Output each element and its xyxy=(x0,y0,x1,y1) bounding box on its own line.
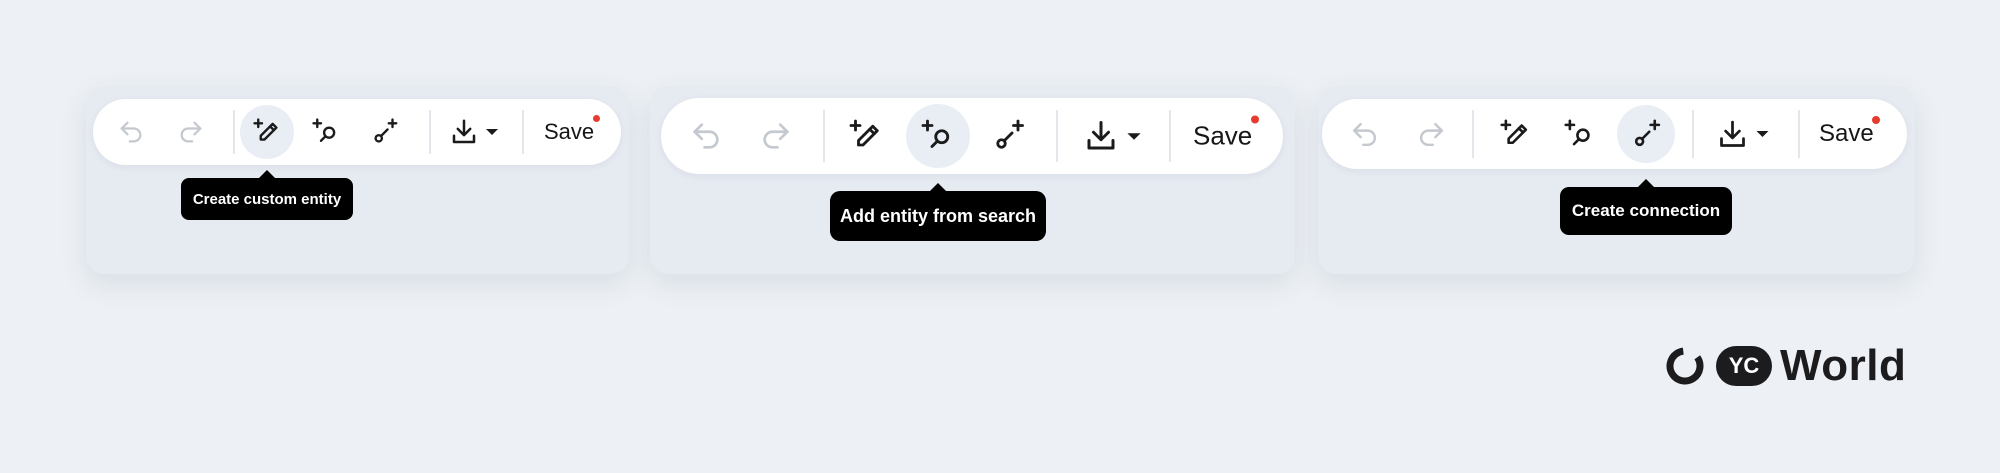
tooltip-arrow xyxy=(1638,179,1654,187)
editor-toolbar: Save xyxy=(1322,99,1907,169)
editor-toolbar: Save xyxy=(661,98,1283,174)
download-menu-button[interactable] xyxy=(444,110,504,154)
yc-world-logo: YC World xyxy=(1664,344,1906,388)
toolbar-divider xyxy=(1692,110,1694,158)
toolbar-divider xyxy=(1472,110,1474,158)
search-plus-icon xyxy=(1563,118,1590,145)
toolbar-divider xyxy=(1056,110,1058,162)
save-label: Save xyxy=(544,119,595,144)
tooltip: Create connection xyxy=(1560,179,1732,235)
redo-button[interactable] xyxy=(171,112,211,152)
tooltip: Add entity from search xyxy=(830,183,1046,241)
tooltip-text: Create connection xyxy=(1571,201,1721,220)
pencil-plus-icon xyxy=(1499,118,1527,144)
caret-down-icon xyxy=(1126,132,1141,140)
toolbar-demo-panel-1: Save Create custom entity xyxy=(86,86,629,274)
redo-button[interactable] xyxy=(1410,113,1452,155)
create-connection-button[interactable] xyxy=(983,110,1035,162)
toolbar-divider xyxy=(522,110,524,154)
search-plus-icon xyxy=(921,119,950,148)
undo-button[interactable] xyxy=(111,112,151,152)
pencil-plus-icon xyxy=(253,118,278,141)
save-button[interactable]: Save xyxy=(1193,115,1260,152)
download-menu-button[interactable] xyxy=(1076,110,1148,162)
save-button[interactable]: Save xyxy=(544,115,601,145)
broken-ring-icon xyxy=(1666,347,1704,385)
create-custom-entity-button[interactable] xyxy=(840,110,892,162)
search-plus-icon xyxy=(312,118,336,142)
add-entity-from-search-button[interactable] xyxy=(906,104,970,168)
toolbar-divider xyxy=(429,110,431,154)
connection-plus-icon xyxy=(1634,118,1660,146)
create-connection-button[interactable] xyxy=(1617,105,1675,163)
download-menu-button[interactable] xyxy=(1710,110,1776,158)
download-icon xyxy=(1087,121,1114,150)
unsaved-indicator-dot xyxy=(593,115,601,122)
yc-badge: YC xyxy=(1716,346,1772,386)
caret-down-icon xyxy=(1756,131,1769,137)
toolbar-divider xyxy=(1169,110,1171,162)
tooltip-text: Create custom entity xyxy=(192,190,342,208)
save-label: Save xyxy=(1819,120,1874,147)
redo-icon xyxy=(763,123,789,149)
undo-icon xyxy=(120,121,142,143)
redo-icon xyxy=(180,121,202,143)
pencil-plus-icon xyxy=(849,119,879,147)
redo-button[interactable] xyxy=(753,113,799,159)
undo-button[interactable] xyxy=(1343,113,1385,155)
tooltip-arrow xyxy=(930,183,946,191)
connection-plus-icon xyxy=(996,119,1024,149)
save-label: Save xyxy=(1193,120,1253,151)
editor-toolbar: Save xyxy=(93,99,621,165)
caret-down-icon xyxy=(486,129,498,135)
unsaved-indicator-dot xyxy=(1251,115,1260,124)
create-custom-entity-button[interactable] xyxy=(1491,110,1539,158)
connection-plus-icon xyxy=(374,118,398,143)
redo-icon xyxy=(1419,122,1443,146)
add-entity-from-search-button[interactable] xyxy=(1555,110,1603,158)
unsaved-indicator-dot xyxy=(1871,116,1880,124)
create-custom-entity-button[interactable] xyxy=(240,105,294,159)
tooltip: Create custom entity xyxy=(181,170,353,220)
toolbar-divider xyxy=(233,110,235,154)
undo-icon xyxy=(1352,122,1376,146)
undo-icon xyxy=(693,123,719,149)
toolbar-divider xyxy=(823,110,825,162)
toolbar-divider xyxy=(1798,110,1800,158)
undo-button[interactable] xyxy=(683,113,729,159)
tooltip-text: Add entity from search xyxy=(839,205,1037,226)
toolbar-demo-panel-3: Save Create connection xyxy=(1318,86,1915,274)
brand-wordmark: World xyxy=(1780,341,1907,390)
save-button[interactable]: Save xyxy=(1819,116,1880,148)
add-entity-from-search-button[interactable] xyxy=(304,110,348,154)
download-icon xyxy=(1720,120,1745,147)
download-icon xyxy=(452,119,476,144)
create-connection-button[interactable] xyxy=(363,110,407,154)
tooltip-arrow xyxy=(259,170,275,178)
toolbar-demo-panel-2: Save Add entity from search xyxy=(650,86,1295,274)
